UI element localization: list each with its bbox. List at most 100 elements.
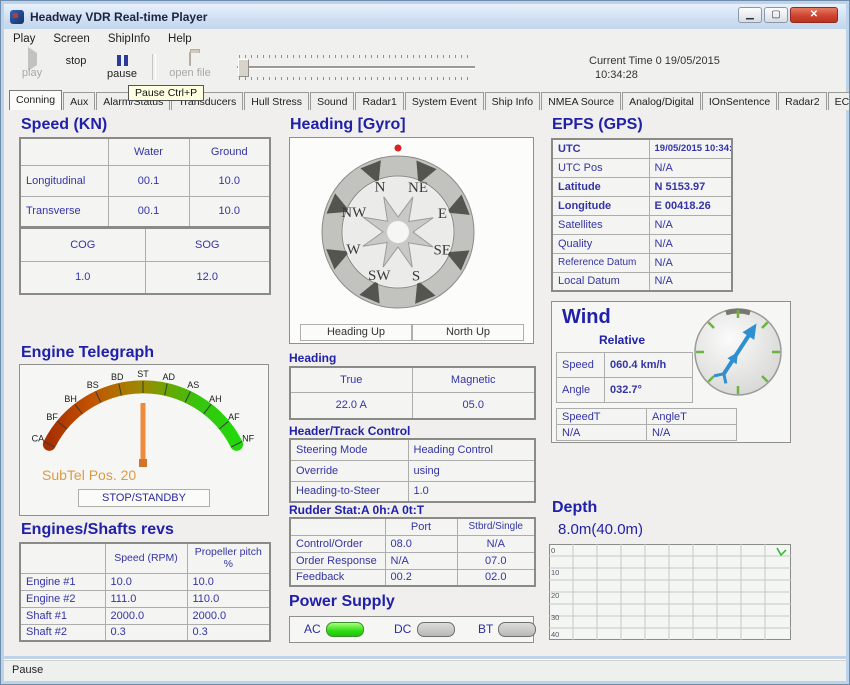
current-time-clock: 10:34:28 [595, 68, 720, 82]
rudder-row-label: Control/Order [290, 535, 385, 552]
slider-thumb[interactable] [238, 59, 249, 77]
heading-table: True Magnetic 22.0 A 05.0 [289, 366, 536, 420]
engine2-pitch: 110.0 [187, 590, 270, 607]
wind-mode: Relative [552, 333, 692, 347]
epfs-row-value: 19/05/2015 10:34:27 [649, 139, 732, 158]
epfs-row-label: Reference Datum [552, 253, 649, 272]
epfs-table: UTC19/05/2015 10:34:27 UTC PosN/A Latitu… [551, 138, 733, 292]
rudder-corner-cell [290, 518, 385, 535]
cog-value: 1.0 [20, 261, 145, 294]
shaft1-pitch: 2000.0 [187, 607, 270, 624]
pause-tooltip: Pause Ctrl+P [128, 85, 204, 101]
wind-true-table: SpeedTAngleT N/AN/A [556, 408, 737, 441]
tab-sound[interactable]: Sound [310, 92, 354, 110]
wind-angle-value: 032.7° [605, 378, 693, 403]
slider-ticks-top [239, 55, 473, 58]
track-row-value: 1.0 [408, 481, 535, 502]
cog-sog-table: COG SOG 1.0 12.0 [19, 227, 271, 295]
wind-angle-label: Angle [557, 378, 605, 403]
close-button[interactable]: ✕ [790, 7, 838, 23]
power-dc-led [417, 622, 455, 637]
tab-aux[interactable]: Aux [63, 92, 95, 110]
heading-magnetic-value: 05.0 [412, 392, 535, 419]
depth-value: 8.0m(40.0m) [558, 521, 643, 538]
minimize-button[interactable]: ▁ [738, 7, 762, 23]
telegraph-scale-label: BD [111, 372, 124, 382]
toolbar: play stop pause open file Current Time 0… [4, 49, 846, 88]
speed-long-ground: 10.0 [189, 165, 270, 196]
engines-corner-cell [20, 543, 105, 573]
epfs-row-label: Longitude [552, 196, 649, 215]
open-file-button[interactable]: open file [160, 53, 220, 79]
engines-panel-title: Engines/Shafts revs [21, 521, 174, 539]
maximize-button[interactable]: ▢ [764, 7, 788, 23]
north-up-button[interactable]: North Up [412, 324, 524, 341]
power-panel-title: Power Supply [289, 593, 395, 611]
epfs-row-label: Latitude [552, 177, 649, 196]
tab-ionsentence[interactable]: IOnSentence [702, 92, 777, 110]
stop-button[interactable]: stop [56, 53, 96, 67]
title-bar[interactable]: Headway VDR Real-time Player ▁ ▢ ✕ [4, 4, 846, 29]
telegraph-gauge: CA BF BH BS BD ST AD AS AH AF NF SubTel … [19, 364, 269, 516]
wind-speed-label: Speed [557, 353, 605, 378]
telegraph-scale-label: AH [209, 394, 222, 404]
menu-shipinfo[interactable]: ShipInfo [99, 31, 159, 47]
engines-table: Speed (RPM) Propeller pitch % Engine #11… [19, 542, 271, 642]
heading-up-button[interactable]: Heading Up [300, 324, 412, 341]
rudder-table: Port Stbrd/Single Control/Order08.0N/A O… [289, 517, 536, 587]
rudder-row-label: Feedback [290, 569, 385, 586]
compass-point-se: SE [433, 243, 451, 259]
tab-hull-stress[interactable]: Hull Stress [244, 92, 309, 110]
rudder-port-value: 00.2 [385, 569, 457, 586]
depth-graph: 0 10 20 30 40 [549, 544, 791, 640]
wind-title: Wind [562, 306, 611, 329]
tab-nmea-source[interactable]: NMEA Source [541, 92, 621, 110]
tab-ship-info[interactable]: Ship Info [485, 92, 540, 110]
shaft1-label: Shaft #1 [20, 607, 105, 624]
menu-play[interactable]: Play [4, 31, 44, 47]
pause-label: pause [100, 68, 144, 80]
sog-header: SOG [145, 228, 270, 261]
epfs-row-label: UTC Pos [552, 158, 649, 177]
tab-radar1[interactable]: Radar1 [355, 92, 403, 110]
tab-conning[interactable]: Conning [9, 90, 62, 110]
telegraph-scale-label: BS [87, 380, 99, 390]
app-window: Headway VDR Real-time Player ▁ ▢ ✕ Play … [0, 0, 850, 685]
telegraph-scale-label: BH [64, 394, 77, 404]
depth-scale-label: 0 [551, 546, 555, 555]
telegraph-scale-label: AF [228, 412, 240, 422]
gyro-panel-title: Heading [Gyro] [290, 116, 406, 134]
depth-scale-label: 10 [551, 568, 559, 577]
speed-panel-title: Speed (KN) [21, 116, 107, 134]
stop-standby-button[interactable]: STOP/STANDBY [78, 489, 210, 507]
pause-button[interactable]: pause [100, 53, 144, 80]
speed-trans-water: 00.1 [108, 196, 189, 227]
open-file-label: open file [160, 67, 220, 79]
shaft2-label: Shaft #2 [20, 624, 105, 641]
shaft2-speed: 0.3 [105, 624, 187, 641]
heading-marker-dot [395, 145, 402, 152]
gyro-compass: N NE E SE S SW W NW [290, 138, 530, 322]
toolbar-separator [152, 54, 156, 80]
rudder-stbrd-value: 07.0 [457, 552, 535, 569]
rudder-port-value: 08.0 [385, 535, 457, 552]
tab-analog-digital[interactable]: Analog/Digital [622, 92, 701, 110]
tab-radar2[interactable]: Radar2 [778, 92, 826, 110]
telegraph-scale-label: NF [242, 433, 254, 443]
epfs-row-value: N/A [649, 215, 732, 234]
epfs-row-value: N/A [649, 158, 732, 177]
depth-scale-label: 30 [551, 613, 559, 622]
shaft2-pitch: 0.3 [187, 624, 270, 641]
wind-relative-table: Speed060.4 km/h Angle032.7° [556, 352, 693, 403]
play-button[interactable]: play [12, 53, 52, 79]
menu-help[interactable]: Help [159, 31, 201, 47]
speed-table: Water Ground Longitudinal 00.1 10.0 Tran… [19, 137, 271, 228]
speed-long-water: 00.1 [108, 165, 189, 196]
tab-system-event[interactable]: System Event [405, 92, 484, 110]
playback-slider[interactable] [237, 54, 475, 82]
menu-screen[interactable]: Screen [44, 31, 98, 47]
engines-col-pitch: Propeller pitch % [187, 543, 270, 573]
track-table: Steering ModeHeading Control Overrideusi… [289, 438, 536, 503]
gyro-compass-box: N NE E SE S SW W NW Heading Up North Up [289, 137, 534, 344]
tab-ecdis1[interactable]: ECDIS1 [828, 92, 850, 110]
